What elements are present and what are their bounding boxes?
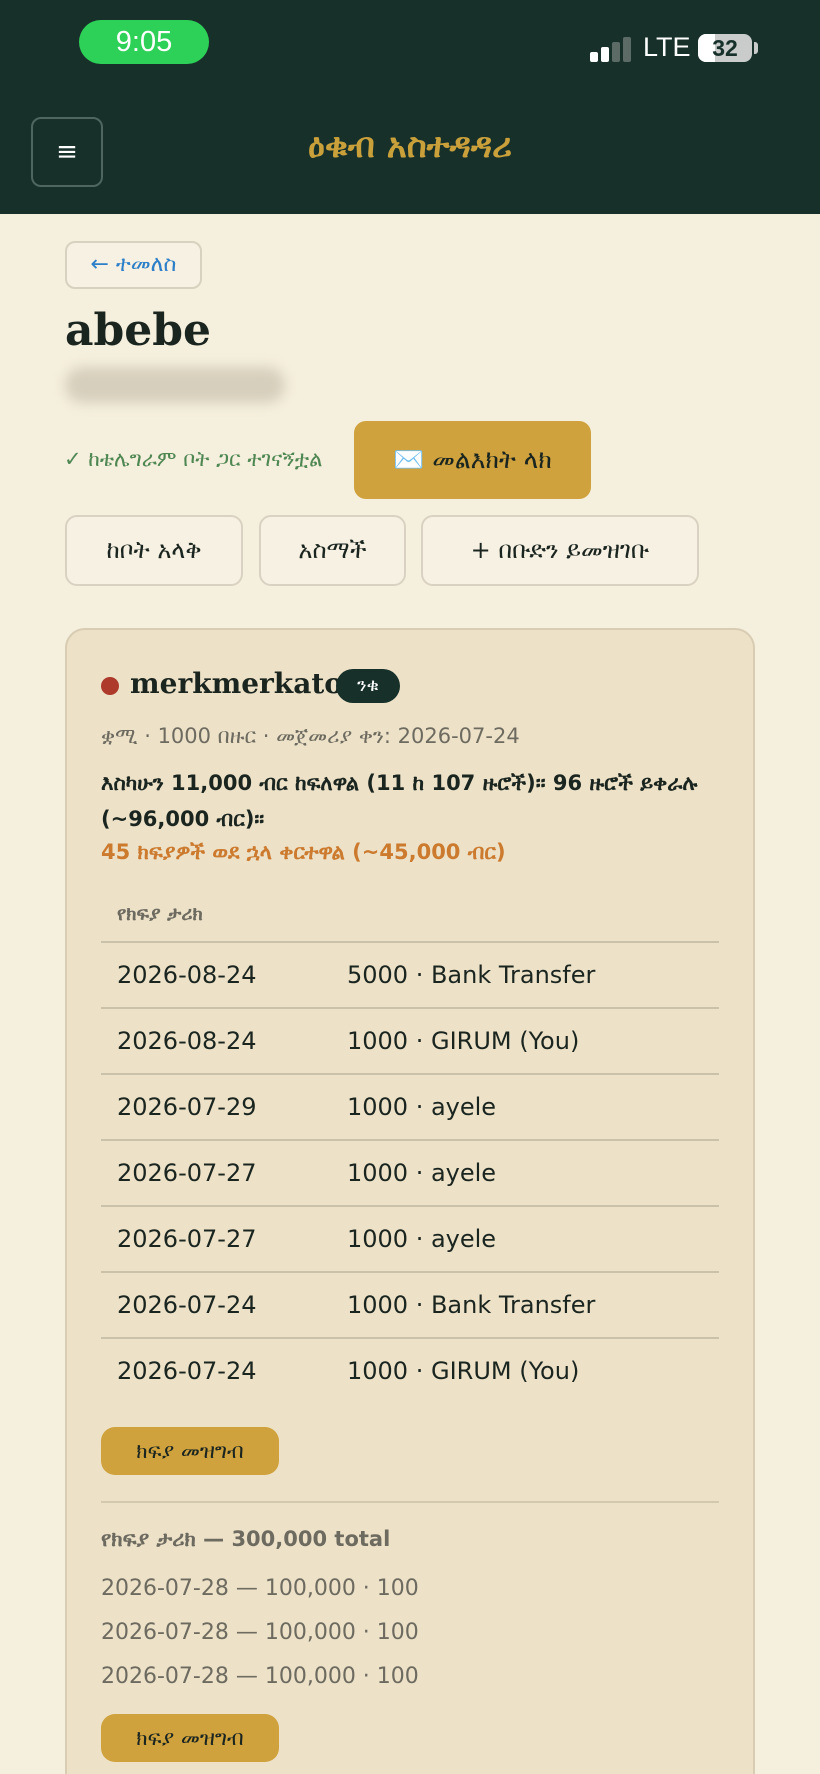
late-payments-notice: 45 ክፍያዎች ወደ ኋላ ቀርተዋል (~45,000 ብር) [101,840,506,864]
table-row: 2026-08-24 1000 · GIRUM (You) [101,1007,719,1073]
battery-level: 32 [712,35,738,61]
payout-item: 2026-07-28 — 100,000 · 100 [101,1620,419,1645]
payment-detail: 1000 · Bank Transfer [347,1291,596,1319]
payout-item: 2026-07-28 — 100,000 · 100 [101,1664,419,1689]
app-title: ዕቁብ አስተዳዳሪ [307,126,512,166]
group-name: merkmerkato [130,667,343,700]
payment-date: 2026-08-24 [117,961,257,989]
payment-detail: 1000 · ayele [347,1093,497,1121]
admins-button[interactable]: አስማች [259,515,406,586]
payment-date: 2026-07-24 [117,1357,257,1385]
group-meta: ቋሚ · 1000 በዙር · መጀመሪያ ቀን: 2026-07-24 [101,724,520,748]
back-button[interactable]: ← ተመለስ [65,241,202,289]
blurred-phone [65,367,285,403]
payout-history-header: የክፍያ ታሪክ — 300,000 total [101,1527,391,1551]
status-badge: ንቁ [336,669,400,703]
table-row: 2026-07-29 1000 · ayele [101,1073,719,1139]
payment-date: 2026-07-29 [117,1093,257,1121]
app-header: 9:05 LTE 32 ≡ ዕቁብ አስተዳዳሪ [0,0,820,214]
payment-date: 2026-07-24 [117,1291,257,1319]
table-row: 2026-07-24 1000 · GIRUM (You) [101,1337,719,1403]
table-row: 2026-08-24 5000 · Bank Transfer [101,941,719,1007]
battery-icon: 32 [698,34,752,62]
payment-detail: 1000 · ayele [347,1159,497,1187]
payment-detail: 1000 · GIRUM (You) [347,1027,580,1055]
user-name: abebe [65,305,212,356]
network-label: LTE [643,32,691,62]
payment-detail: 5000 · Bank Transfer [347,961,596,989]
divider [101,1501,719,1503]
payment-detail: 1000 · ayele [347,1225,497,1253]
remove-from-bot-button[interactable]: ከቦት አላቅ [65,515,243,586]
signal-icon [590,37,632,62]
group-status-dot [101,677,119,695]
action-buttons: ከቦት አላቅ አስማች + በቡድን ይመዝገቡ [0,515,820,586]
payment-history-table: 2026-08-24 5000 · Bank Transfer 2026-08-… [101,941,719,1403]
battery-tip-icon [754,42,758,54]
table-row: 2026-07-27 1000 · ayele [101,1139,719,1205]
table-row: 2026-07-24 1000 · Bank Transfer [101,1271,719,1337]
status-time: 9:05 [79,20,209,64]
payment-date: 2026-07-27 [117,1159,257,1187]
payment-summary: እስካሁን 11,000 ብር ከፍለዋል (11 ከ 107 ዙሮች)። 96… [101,771,698,831]
payment-date: 2026-07-27 [117,1225,257,1253]
record-payment-button[interactable]: ክፍያ መዝግብ [101,1427,279,1475]
telegram-connected-status: ✓ ከቴሌግራም ቦት ጋር ተገናኝቷል [64,447,323,471]
payment-detail: 1000 · GIRUM (You) [347,1357,580,1385]
payment-date: 2026-08-24 [117,1027,257,1055]
payment-history-header: የክፍያ ታሪክ [117,903,203,925]
payout-item: 2026-07-28 — 100,000 · 100 [101,1576,419,1601]
register-group-button[interactable]: + በቡድን ይመዝገቡ [421,515,699,586]
record-payout-button[interactable]: ክፍያ መዝግብ [101,1714,279,1762]
table-row: 2026-07-27 1000 · ayele [101,1205,719,1271]
send-message-button[interactable]: ✉️ መልእክት ላክ [354,421,591,499]
